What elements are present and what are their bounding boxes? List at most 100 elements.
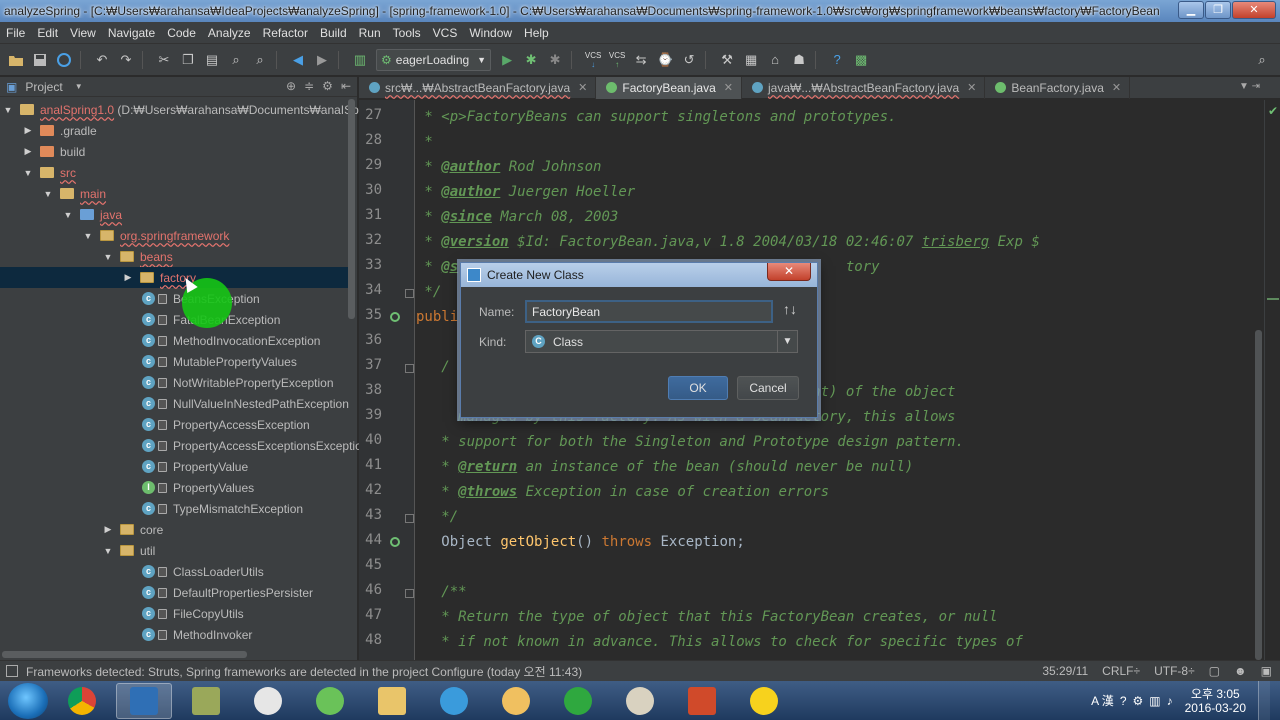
sdk-icon[interactable]: ⌂ [764, 49, 786, 71]
event-log-icon[interactable]: ▣ [1261, 664, 1272, 678]
forward-icon[interactable]: ▶ [311, 49, 333, 71]
tree-node-class[interactable]: c ClassLoaderUtils [142, 561, 264, 582]
tree-node-build[interactable]: ▶ build [22, 141, 86, 162]
cut-icon[interactable]: ✂ [153, 49, 175, 71]
tree-node-java[interactable]: ▼ java [62, 204, 122, 225]
menu-help[interactable]: Help [518, 26, 555, 40]
tree-node-class[interactable]: c PropertyAccessException [142, 414, 310, 435]
coverage-icon[interactable]: ✱ [544, 49, 566, 71]
project-vertical-scrollbar[interactable] [348, 99, 355, 319]
expanded-arrow-icon[interactable]: ▼ [62, 210, 74, 220]
tray-icon[interactable]: ⚙ [1133, 694, 1144, 708]
android-icon[interactable]: ☗ [788, 49, 810, 71]
kind-select[interactable]: C Class ▼ [525, 330, 798, 353]
fold-icon[interactable] [405, 289, 414, 298]
collapse-icon[interactable]: ≑ [304, 79, 314, 93]
tree-node-class[interactable]: c PropertyValue [142, 456, 248, 477]
collapsed-arrow-icon[interactable]: ▶ [22, 146, 34, 157]
explorer-taskbar-button[interactable] [364, 683, 420, 719]
compare-icon[interactable]: ⇆ [630, 49, 652, 71]
menu-analyze[interactable]: Analyze [202, 26, 257, 40]
powerpoint-taskbar-button[interactable] [674, 683, 730, 719]
tree-node-class[interactable]: c DefaultPropertiesPersister [142, 582, 313, 603]
cancel-button[interactable]: Cancel [737, 376, 799, 400]
tree-node-class[interactable]: c NullValueInNestedPathException [142, 393, 349, 414]
expanded-arrow-icon[interactable]: ▼ [22, 168, 34, 178]
tab-java-abstract-bean-factory[interactable]: java₩...₩AbstractBeanFactory.java ✕ [742, 76, 986, 99]
hector-icon[interactable]: ☻ [1234, 664, 1247, 678]
tool-windows-icon[interactable] [6, 665, 18, 677]
fold-icon[interactable] [405, 364, 414, 373]
revert-icon[interactable]: ↺ [678, 49, 700, 71]
debug-icon[interactable]: ✱ [520, 49, 542, 71]
tree-node-gradle[interactable]: ▶ .gradle [22, 120, 97, 141]
redo-icon[interactable]: ↷ [115, 49, 137, 71]
tree-node-core[interactable]: ▶ core [102, 519, 164, 540]
history-icon[interactable]: ⌚ [654, 49, 676, 71]
menu-file[interactable]: File [0, 26, 31, 40]
expanded-arrow-icon[interactable]: ▼ [42, 189, 54, 199]
paint-taskbar-button[interactable] [488, 683, 544, 719]
tree-node-class[interactable]: c PropertyAccessExceptionsException [142, 435, 368, 456]
readonly-icon[interactable]: ▢ [1209, 664, 1220, 678]
expanded-arrow-icon[interactable]: ▼ [102, 252, 114, 262]
clock[interactable]: 오후 3:05 2016-03-20 [1185, 687, 1246, 715]
fold-icon[interactable] [405, 589, 414, 598]
tree-node-class[interactable]: c FileCopyUtils [142, 603, 244, 624]
tab-src-abstract-bean-factory[interactable]: src₩...₩AbstractBeanFactory.java ✕ [359, 76, 597, 99]
menu-navigate[interactable]: Navigate [102, 26, 161, 40]
tree-node-interface[interactable]: I PropertyValues [142, 477, 254, 498]
implemented-marker-icon[interactable] [390, 312, 400, 322]
close-icon[interactable]: ✕ [1112, 81, 1121, 94]
copy-icon[interactable]: ❐ [177, 49, 199, 71]
replace-icon[interactable]: ⌕ [249, 49, 271, 71]
settings-icon[interactable]: ⚒ [716, 49, 738, 71]
tree-node-src[interactable]: ▼ src [22, 162, 76, 183]
status-message[interactable]: Frameworks detected: Struts, Spring fram… [26, 663, 582, 680]
menu-tools[interactable]: Tools [387, 26, 427, 40]
start-button[interactable] [8, 682, 48, 719]
menu-window[interactable]: Window [463, 26, 518, 40]
app-taskbar-button[interactable] [302, 683, 358, 719]
sync-icon[interactable] [53, 49, 75, 71]
collapsed-arrow-icon[interactable]: ▶ [102, 524, 114, 535]
ok-button[interactable]: OK [668, 376, 728, 400]
app-taskbar-button[interactable] [550, 683, 606, 719]
save-icon[interactable] [29, 49, 51, 71]
menu-run[interactable]: Run [353, 26, 387, 40]
menu-build[interactable]: Build [314, 26, 353, 40]
menu-view[interactable]: View [64, 26, 102, 40]
file-encoding[interactable]: UTF-8÷ [1154, 664, 1195, 678]
paste-icon[interactable]: ▤ [201, 49, 223, 71]
plugin-icon[interactable]: ▩ [850, 49, 872, 71]
tree-node-class[interactable]: c MethodInvocationException [142, 330, 320, 351]
undo-icon[interactable]: ↶ [91, 49, 113, 71]
tree-node-main[interactable]: ▼ main [42, 183, 106, 204]
menu-code[interactable]: Code [161, 26, 202, 40]
dialog-close-button[interactable]: ✕ [767, 263, 811, 281]
expanded-arrow-icon[interactable]: ▼ [102, 546, 114, 556]
open-folder-icon[interactable] [5, 49, 27, 71]
collapsed-arrow-icon[interactable]: ▶ [22, 125, 34, 136]
close-icon[interactable]: ✕ [724, 81, 733, 94]
help-icon[interactable]: ? [1120, 694, 1127, 708]
vcs-update-icon[interactable]: VCS ↓ [582, 49, 604, 71]
sort-icon[interactable]: ↑↓ [783, 301, 797, 317]
run-configuration-select[interactable]: ⚙ eagerLoading ▼ [376, 48, 492, 71]
chrome-taskbar-button[interactable] [54, 683, 110, 719]
show-desktop-button[interactable] [1258, 681, 1270, 720]
menu-refactor[interactable]: Refactor [257, 26, 314, 40]
ie-taskbar-button[interactable] [426, 683, 482, 719]
help-icon[interactable]: ? [826, 49, 848, 71]
app-taskbar-button[interactable] [240, 683, 296, 719]
network-icon[interactable]: ▥ [1149, 694, 1160, 708]
stripe-marker[interactable] [1267, 298, 1279, 300]
tree-node-org-springframework[interactable]: ▼ org.springframework [82, 225, 230, 246]
editor-vertical-scrollbar[interactable] [1255, 330, 1262, 660]
chevron-down-icon[interactable]: ▼ [777, 331, 797, 352]
app-taskbar-button[interactable] [612, 683, 668, 719]
tab-bean-factory[interactable]: BeanFactory.java ✕ [985, 76, 1131, 99]
run-icon[interactable]: ▶ [496, 49, 518, 71]
fold-icon[interactable] [405, 514, 414, 523]
locate-icon[interactable]: ⊕ [286, 79, 296, 93]
